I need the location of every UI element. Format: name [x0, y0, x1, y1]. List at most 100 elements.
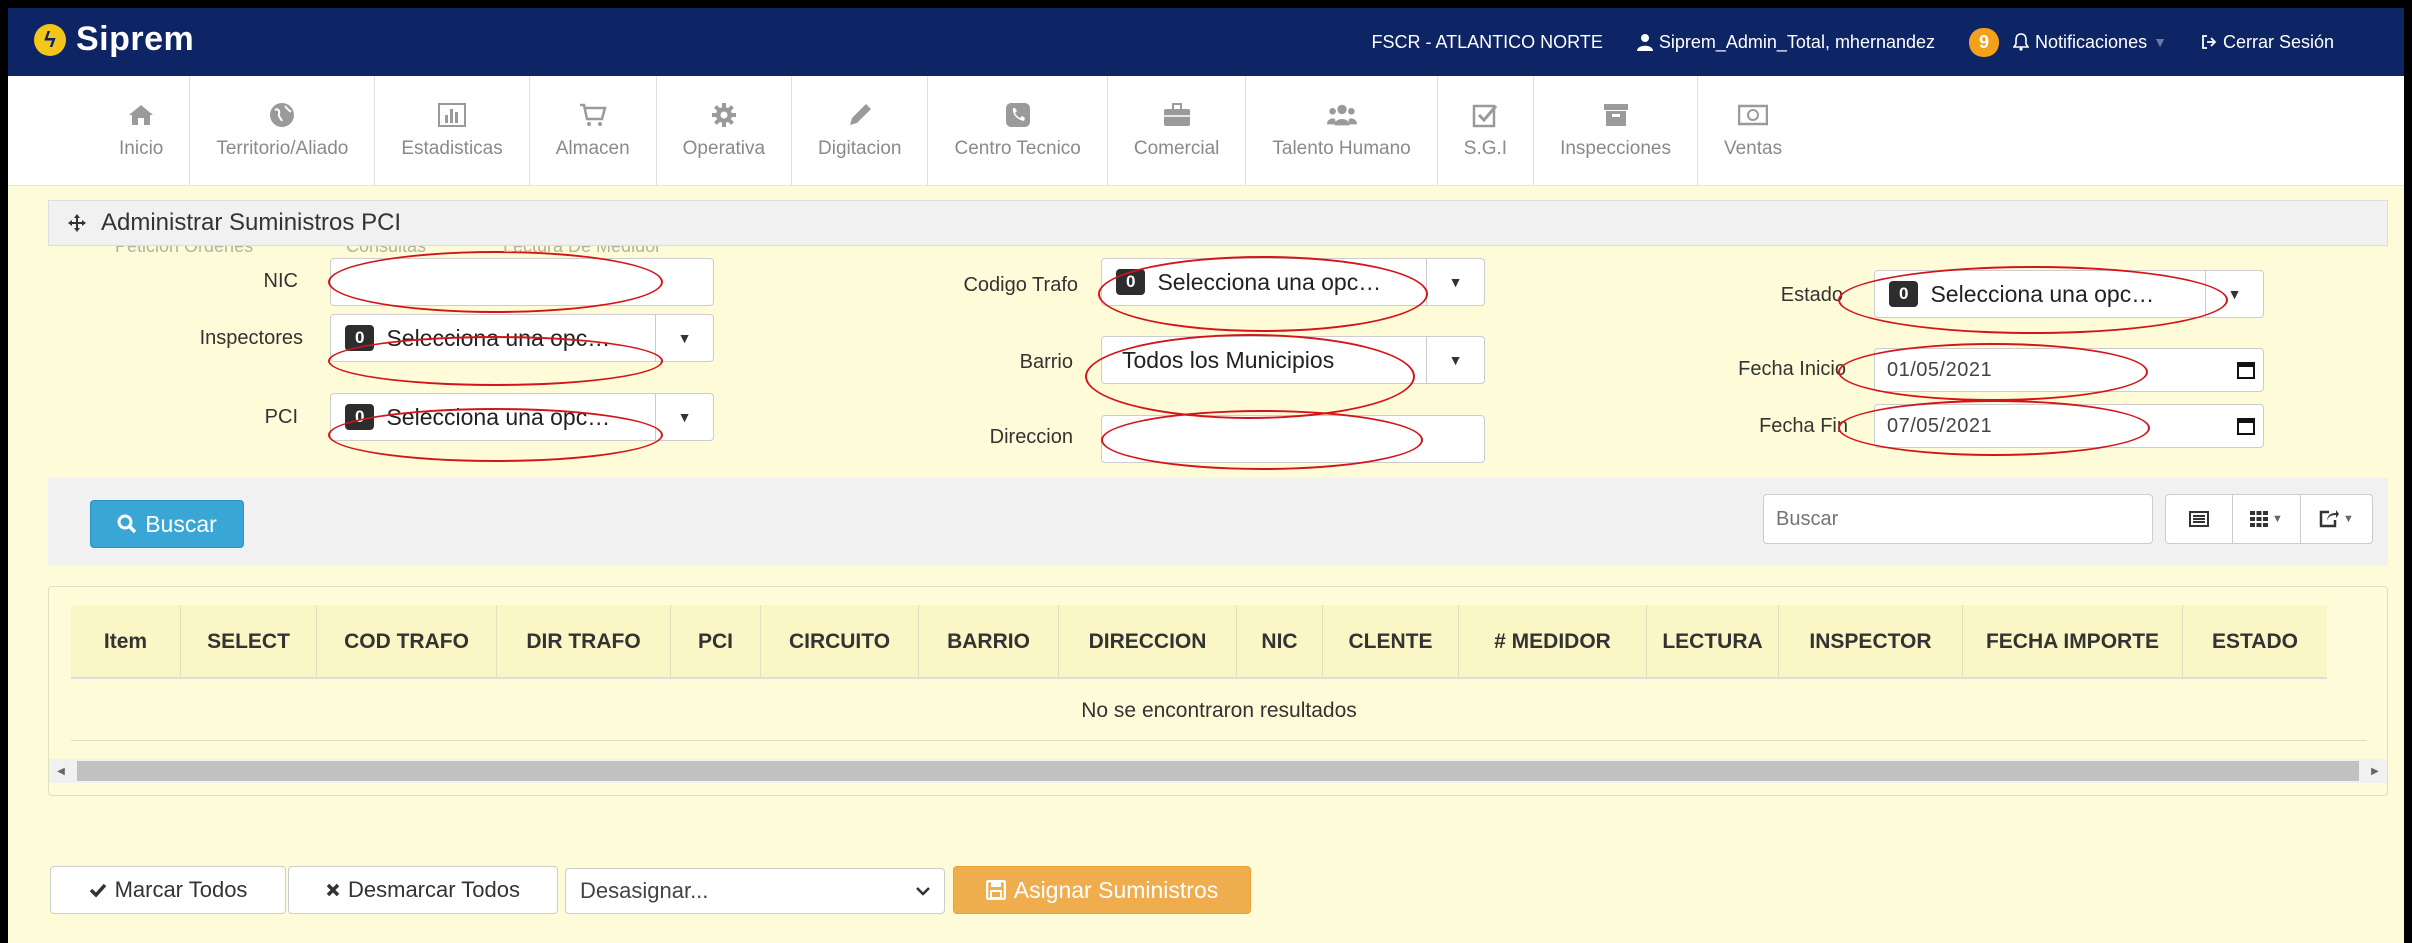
pci-select[interactable]: 0 Selecciona una opc… ▼	[330, 393, 714, 441]
column-header[interactable]: DIRECCION	[1059, 605, 1237, 679]
desasignar-select[interactable]: Desasignar...	[565, 868, 945, 914]
direccion-input[interactable]	[1102, 416, 1484, 462]
table-search-input[interactable]	[1764, 495, 2152, 543]
fecha-fin-date[interactable]: 07/05/2021	[1874, 404, 2264, 448]
column-header[interactable]: LECTURA	[1647, 605, 1779, 679]
column-header[interactable]: INSPECTOR	[1779, 605, 1963, 679]
search-icon	[117, 514, 137, 534]
menu-item-comercial[interactable]: Comercial	[1108, 76, 1247, 186]
menu-label: Centro Tecnico	[954, 138, 1081, 159]
column-header[interactable]: FECHA IMPORTE	[1963, 605, 2183, 679]
direccion-field[interactable]	[1101, 415, 1485, 463]
menu-item-centro-tecnico[interactable]: Centro Tecnico	[928, 76, 1108, 186]
cart-icon	[578, 102, 608, 128]
location-label[interactable]: FSCR - ATLANTICO NORTE	[1372, 32, 1603, 53]
scroll-left-icon[interactable]: ◀	[49, 759, 73, 783]
column-header[interactable]: ESTADO	[2183, 605, 2327, 679]
desmarcar-todos-button[interactable]: Desmarcar Todos	[288, 866, 558, 914]
notifications-menu[interactable]: 9 Notificaciones ▼	[1969, 27, 2167, 57]
nic-field[interactable]	[330, 258, 714, 306]
menu-item-digitacion[interactable]: Digitacion	[792, 76, 929, 186]
calendar-icon[interactable]	[2229, 417, 2263, 435]
pencil-icon	[845, 102, 875, 128]
horizontal-scrollbar[interactable]: ◀ ▶	[49, 759, 2387, 783]
column-header[interactable]: CLENTE	[1323, 605, 1459, 679]
calendar-icon[interactable]	[2229, 361, 2263, 379]
toggle-view-button[interactable]	[2165, 494, 2233, 544]
caret-down-icon[interactable]: ▼	[1426, 337, 1484, 383]
caret-down-icon[interactable]: ▼	[655, 394, 713, 440]
save-icon	[985, 880, 1006, 900]
brand[interactable]: ϟ Siprem	[34, 20, 194, 59]
fecha-inicio-label: Fecha Inicio	[1738, 358, 1846, 380]
column-header[interactable]: # MEDIDOR	[1459, 605, 1647, 679]
nic-input[interactable]	[331, 259, 713, 305]
menu-item-estadisticas[interactable]: Estadisticas	[375, 76, 530, 186]
menu-label: S.G.I	[1463, 138, 1508, 159]
menu-item-almacen[interactable]: Almacen	[530, 76, 657, 186]
inspectores-select[interactable]: 0 Selecciona una opc… ▼	[330, 314, 714, 362]
logout-label: Cerrar Sesión	[2222, 31, 2334, 52]
column-header[interactable]: DIR TRAFO	[497, 605, 671, 679]
codigo-trafo-select[interactable]: 0 Selecciona una opc… ▼	[1101, 258, 1485, 306]
column-header[interactable]: PCI	[671, 605, 761, 679]
fecha-inicio-date[interactable]: 01/05/2021	[1874, 348, 2264, 392]
list-icon	[2189, 511, 2209, 527]
barrio-select[interactable]: Todos los Municipios ▼	[1101, 336, 1485, 384]
column-header[interactable]: BARRIO	[919, 605, 1059, 679]
column-header[interactable]: Item	[71, 605, 181, 679]
chevron-down-icon: ▼	[2272, 513, 2283, 525]
top-right-nav: FSCR - ATLANTICO NORTE Siprem_Admin_Tota…	[1372, 8, 2334, 76]
column-header[interactable]: SELECT	[181, 605, 317, 679]
menu-item-inspecciones[interactable]: Inspecciones	[1534, 76, 1698, 186]
scroll-right-icon[interactable]: ▶	[2363, 759, 2387, 783]
user-menu[interactable]: Siprem_Admin_Total, mhernandez	[1636, 31, 1936, 53]
column-header[interactable]: NIC	[1237, 605, 1323, 679]
caret-down-icon[interactable]: ▼	[655, 315, 713, 361]
chevron-down-icon	[916, 887, 930, 896]
pci-label: PCI	[264, 406, 298, 428]
estado-select[interactable]: 0 Selecciona una opc… ▼	[1874, 270, 2264, 318]
menu-item-ventas[interactable]: Ventas	[1698, 76, 1808, 186]
scrollbar-thumb[interactable]	[77, 761, 2359, 781]
caret-down-icon[interactable]: ▼	[1426, 259, 1484, 305]
menu-label: Digitacion	[818, 138, 902, 159]
archive-icon	[1601, 102, 1631, 128]
marcar-todos-button[interactable]: Marcar Todos	[50, 866, 286, 914]
user-name: Siprem_Admin_Total, mhernandez	[1658, 31, 1936, 52]
grid-icon	[2250, 511, 2269, 527]
columns-button[interactable]: ▼	[2233, 494, 2301, 544]
logout-icon	[2202, 35, 2217, 49]
module-menu: Inicio Territorio/Aliado Estadisticas Al…	[8, 76, 2404, 186]
app-window: ϟ Siprem FSCR - ATLANTICO NORTE Siprem_A…	[8, 8, 2404, 943]
menu-label: Talento Humano	[1272, 138, 1411, 159]
menu-item-operativa[interactable]: Operativa	[657, 76, 793, 186]
export-button[interactable]: ▼	[2301, 494, 2373, 544]
count-badge: 0	[1889, 281, 1919, 307]
select-value: Desasignar...	[580, 878, 709, 903]
menu-item-sgi[interactable]: S.G.I	[1438, 76, 1535, 186]
asignar-suministros-button[interactable]: Asignar Suministros	[953, 866, 1251, 914]
logout-link[interactable]: Cerrar Sesión	[2201, 32, 2334, 53]
column-header[interactable]: CIRCUITO	[761, 605, 919, 679]
move-icon	[68, 214, 86, 232]
menu-item-inicio[interactable]: Inicio	[93, 76, 191, 186]
home-icon	[126, 102, 156, 128]
buscar-button[interactable]: Buscar	[90, 500, 244, 548]
codigo-trafo-label: Codigo Trafo	[963, 274, 1078, 296]
column-header[interactable]: COD TRAFO	[317, 605, 497, 679]
caret-down-icon[interactable]: ▼	[2205, 271, 2263, 317]
date-value: 07/05/2021	[1887, 414, 1993, 437]
brand-name: Siprem	[76, 20, 195, 58]
user-icon	[1636, 34, 1653, 51]
menu-item-territorio[interactable]: Territorio/Aliado	[190, 76, 376, 186]
briefcase-icon	[1162, 102, 1192, 128]
menu-label: Estadisticas	[401, 138, 503, 159]
count-badge: 0	[345, 404, 375, 430]
menu-item-talento-humano[interactable]: Talento Humano	[1246, 76, 1438, 186]
buscar-label: Buscar	[145, 510, 217, 537]
count-badge: 0	[345, 325, 375, 351]
table-search-field[interactable]	[1763, 494, 2153, 544]
menu-label: Comercial	[1133, 138, 1220, 159]
page-title: Administrar Suministros PCI	[101, 209, 402, 236]
